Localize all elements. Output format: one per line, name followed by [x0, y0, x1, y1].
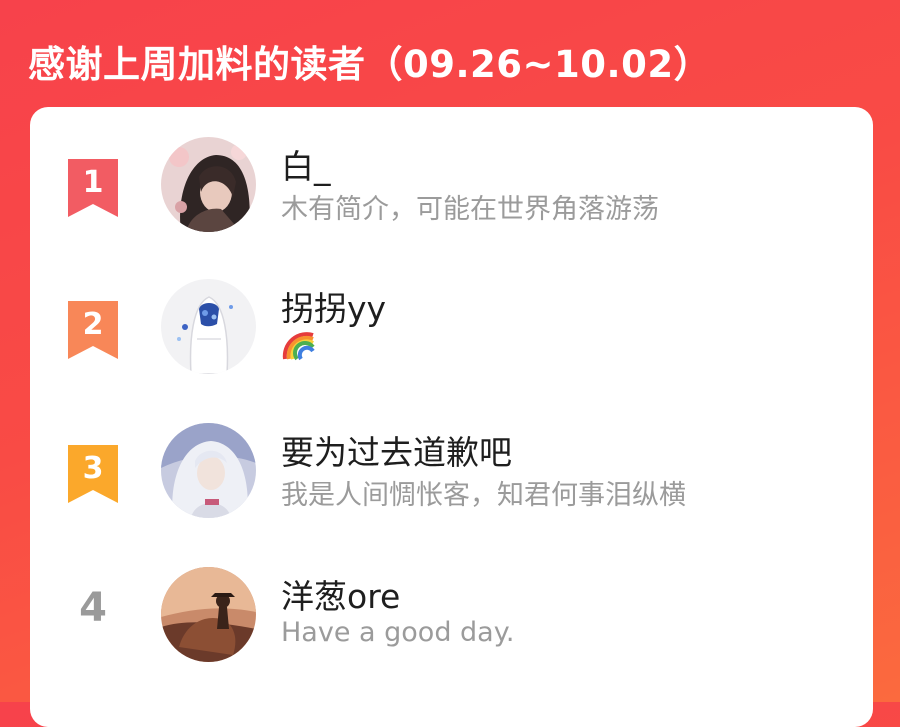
rank-1-number: 1: [83, 165, 104, 200]
avatar-reader-4[interactable]: [161, 567, 256, 662]
reader-4-bio: Have a good day.: [281, 617, 515, 648]
rank-3-ribbon-badge: 3: [68, 445, 118, 503]
rank-2-number: 2: [83, 307, 104, 342]
avatar-cowboy-horse-icon: [161, 567, 256, 662]
page-title: 感谢上周加料的读者（09.26~10.02）: [28, 43, 712, 86]
avatar-silver-hair-character-icon: [161, 423, 256, 518]
reader-3-bio: 我是人间惆怅客，知君何事泪纵横: [281, 480, 686, 511]
avatar-reader-1[interactable]: [161, 137, 256, 232]
rank-4-number: 4: [79, 585, 107, 631]
reader-3-name: 要为过去道歉吧: [281, 433, 512, 472]
reader-2-name: 拐拐yy: [281, 289, 387, 328]
reader-row-4[interactable]: 4 洋葱ore Have a good day.: [30, 567, 873, 677]
rank-1-ribbon-badge: 1: [68, 159, 118, 217]
rank-3-number: 3: [83, 451, 104, 486]
reader-1-bio: 木有简介，可能在世界角落游荡: [281, 194, 659, 225]
reader-1-name: 白_: [281, 147, 331, 186]
reader-row-1[interactable]: 1 白_ 木有简介，可能在世界角落游荡: [30, 137, 873, 247]
avatar-dark-hair-girl-icon: [161, 137, 256, 232]
reader-row-3[interactable]: 3 要为过去道歉吧 我是人间惆怅客，知君何事泪纵横: [30, 423, 873, 533]
reader-4-name: 洋葱ore: [281, 577, 401, 616]
avatar-reader-3[interactable]: [161, 423, 256, 518]
rainbow-emoji-icon: [282, 329, 316, 361]
rank-2-ribbon-badge: 2: [68, 301, 118, 359]
avatar-hooded-figure-icon: [161, 279, 256, 374]
avatar-reader-2[interactable]: [161, 279, 256, 374]
reader-ranking-card: 1 白_ 木有简介，可能在世界角落游荡 2 拐拐yy 3 要为过去道歉吧 我是人…: [30, 107, 873, 727]
reader-row-2[interactable]: 2 拐拐yy: [30, 279, 873, 389]
